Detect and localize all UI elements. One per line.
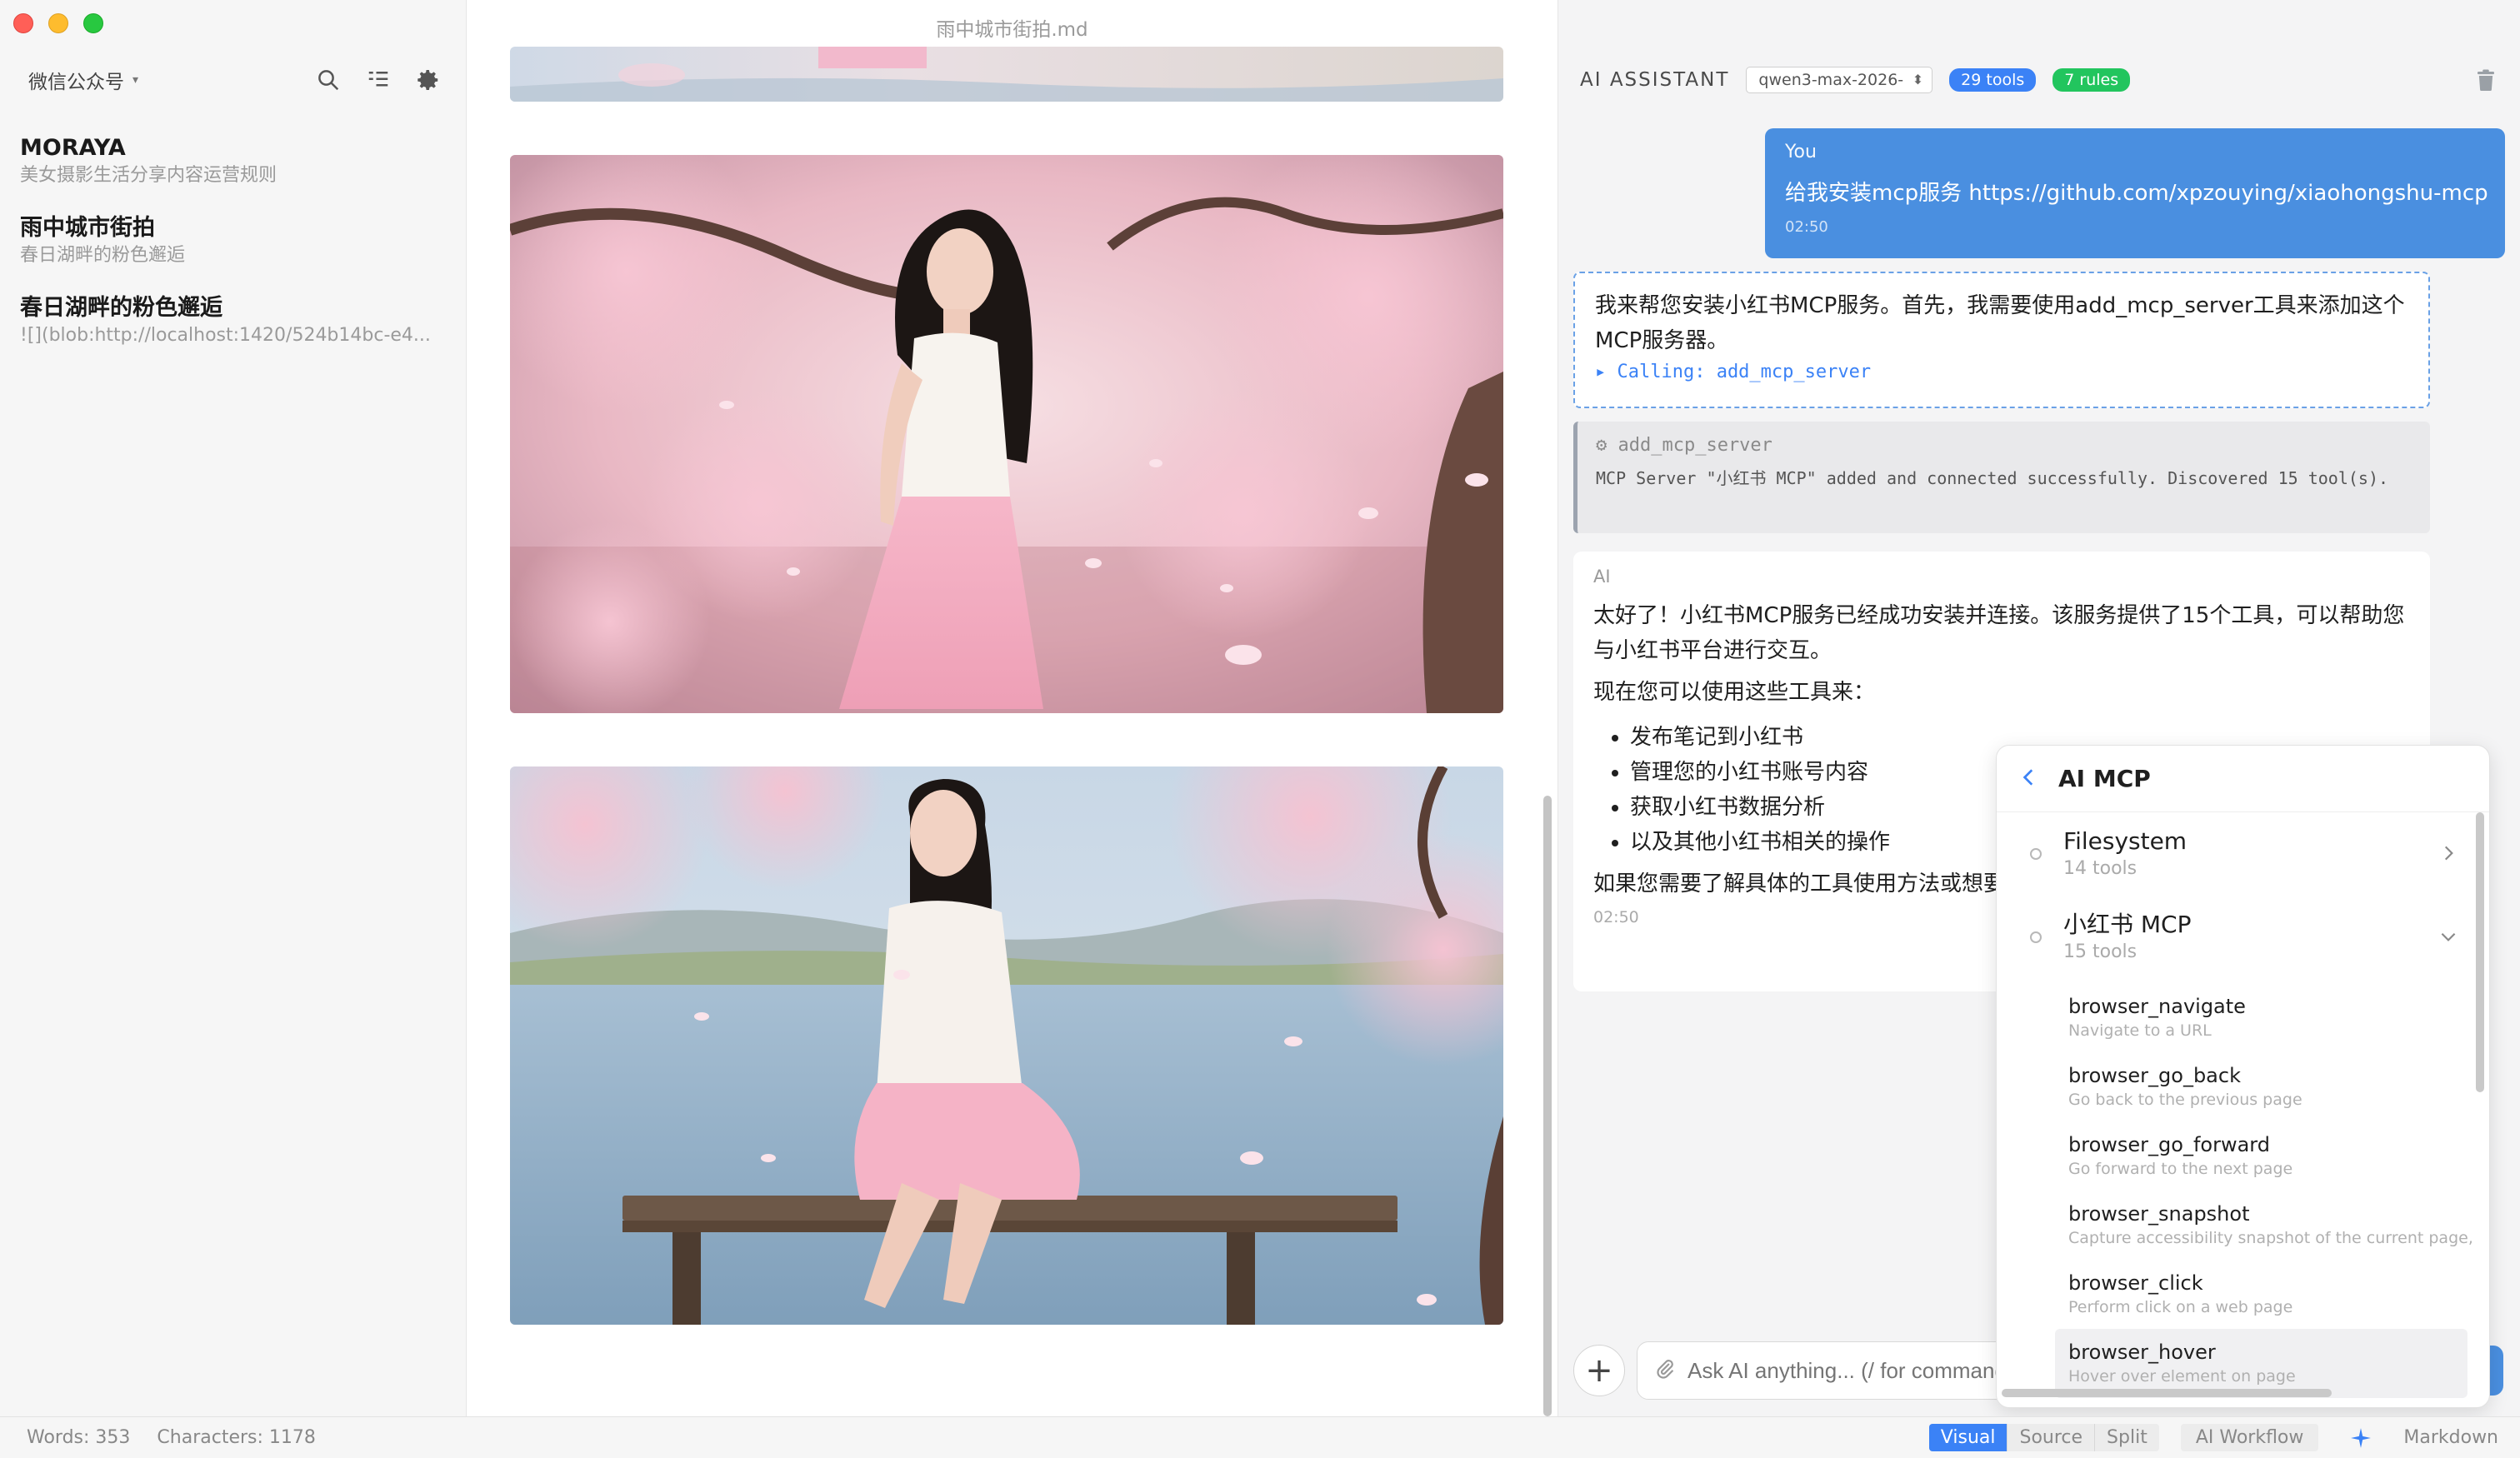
- status-bar: Words: 353 Characters: 1178 Visual Sourc…: [0, 1416, 2520, 1458]
- sidebar-header: 微信公众号 ▾: [28, 63, 441, 97]
- assistant-header: AI ASSISTANT qwen3-max-2026- 29 tools 7 …: [1580, 65, 2498, 95]
- tool-description: Capture accessibility snapshot of the cu…: [2068, 1229, 2473, 1247]
- server-name: 小红书 MCP: [2063, 911, 2192, 938]
- message-text: 我来帮您安装小红书MCP服务。首先，我需要使用add_mcp_server工具来…: [1595, 293, 2405, 353]
- message-paragraph: 太好了！小红书MCP服务已经成功安装并连接。该服务提供了15个工具，可以帮助您与…: [1593, 603, 2405, 663]
- message-paragraph: 现在您可以使用这些工具来：: [1593, 680, 1876, 705]
- document-title: 雨中城市街拍: [20, 215, 155, 241]
- mcp-tool-item[interactable]: browser_click Perform click on a web pag…: [1997, 1260, 2468, 1329]
- chevron-down-icon: [2441, 932, 2456, 941]
- message-text: 给我安装mcp服务 https://github.com/xpzouying/x…: [1785, 181, 2488, 206]
- mcp-server-filesystem[interactable]: Filesystem 14 tools: [1997, 812, 2489, 896]
- message-author: You: [1785, 142, 1817, 162]
- paperclip-icon[interactable]: [1654, 1358, 1676, 1383]
- chevron-down-icon: ▾: [132, 73, 139, 87]
- user-message: You 给我安装mcp服务 https://github.com/xpzouyi…: [1765, 128, 2505, 258]
- status-bar-controls: Visual Source Split AI Workflow Markdown: [1928, 1424, 2498, 1451]
- tool-description: Go back to the previous page: [2068, 1091, 2302, 1109]
- tool-name: browser_go_forward: [2068, 1133, 2270, 1156]
- gear-icon[interactable]: [416, 67, 441, 92]
- document-preview: 美女摄影生活分享内容运营规则: [20, 165, 278, 186]
- outline-list-icon[interactable]: [366, 67, 391, 92]
- document-item[interactable]: 春日湖畔的粉色邂逅 ![](blob:http://localhost:1420…: [20, 293, 449, 348]
- chevron-right-icon: [2444, 846, 2453, 861]
- mode-visual-button[interactable]: Visual: [1928, 1424, 2008, 1451]
- document-item[interactable]: 雨中城市街拍 春日湖畔的粉色邂逅: [20, 213, 449, 268]
- server-tool-count: 14 tools: [2063, 858, 2138, 879]
- mcp-popover-header: AI MCP: [1997, 746, 2489, 812]
- mcp-tool-item[interactable]: browser_go_forward Go forward to the nex…: [1997, 1121, 2468, 1191]
- word-count: Words: 353: [27, 1427, 131, 1448]
- search-icon[interactable]: [316, 67, 341, 92]
- tool-description: Navigate to a URL: [2068, 1021, 2212, 1040]
- add-attachment-button[interactable]: +: [1573, 1345, 1625, 1396]
- account-switcher[interactable]: 微信公众号 ▾: [28, 66, 138, 94]
- document-preview: 春日湖畔的粉色邂逅: [20, 245, 186, 266]
- mcp-popover-title: AI MCP: [2058, 765, 2151, 792]
- assistant-title: AI ASSISTANT: [1580, 69, 1730, 91]
- tool-call-message: 我来帮您安装小红书MCP服务。首先，我需要使用add_mcp_server工具来…: [1573, 272, 2430, 408]
- mode-split-button[interactable]: Split: [2095, 1424, 2159, 1451]
- zoom-window-button[interactable]: [83, 13, 103, 33]
- sidebar-toolbar: [316, 67, 441, 92]
- model-selector[interactable]: qwen3-max-2026-: [1746, 67, 1933, 93]
- window-controls: [13, 13, 103, 33]
- server-status-icon: [2030, 848, 2042, 860]
- photo-cherry-blossom-portrait[interactable]: [510, 155, 1503, 713]
- tool-call-toggle[interactable]: ▸ Calling: add_mcp_server: [1595, 362, 2408, 382]
- mcp-popover: AI MCP Filesystem 14 tools 小红书 MCP 15 to…: [1996, 745, 2490, 1408]
- tool-name: browser_click: [2068, 1271, 2203, 1295]
- tool-description: Hover over element on page: [2068, 1367, 2296, 1386]
- mcp-vertical-scrollbar[interactable]: [2476, 812, 2484, 1092]
- mcp-tool-list: browser_navigate Navigate to a URL brows…: [1997, 983, 2489, 1398]
- close-window-button[interactable]: [13, 13, 33, 33]
- photo-lakeside-bench[interactable]: [510, 766, 1503, 1325]
- tool-result-message: ⚙ add_mcp_server MCP Server "小红书 MCP" ad…: [1573, 422, 2430, 533]
- trash-icon[interactable]: [2473, 67, 2498, 92]
- mode-source-button[interactable]: Source: [2008, 1424, 2096, 1451]
- rules-count-badge[interactable]: 7 rules: [2052, 68, 2131, 92]
- mcp-tool-item[interactable]: browser_hover Hover over element on page: [2055, 1329, 2468, 1398]
- document-item[interactable]: MORAYA 美女摄影生活分享内容运营规则: [20, 133, 449, 188]
- tool-name: browser_hover: [2068, 1341, 2216, 1364]
- mcp-tool-item[interactable]: browser_navigate Navigate to a URL: [1997, 983, 2468, 1052]
- mcp-server-xiaohongshu[interactable]: 小红书 MCP 15 tools: [1997, 896, 2489, 979]
- tool-name: browser_snapshot: [2068, 1202, 2250, 1226]
- document-list: MORAYA 美女摄影生活分享内容运营规则 雨中城市街拍 春日湖畔的粉色邂逅 春…: [20, 133, 449, 373]
- document-title: 春日湖畔的粉色邂逅: [20, 295, 222, 321]
- server-name: Filesystem: [2063, 827, 2188, 855]
- tool-description: Perform click on a web page: [2068, 1298, 2293, 1316]
- ai-workflow-button[interactable]: AI Workflow: [2180, 1424, 2319, 1451]
- tool-name: browser_navigate: [2068, 995, 2246, 1018]
- document-format[interactable]: Markdown: [2403, 1427, 2498, 1448]
- tool-result-output: MCP Server "小红书 MCP" added and connected…: [1596, 468, 2389, 488]
- mcp-horizontal-scrollbar[interactable]: [2002, 1389, 2332, 1397]
- tool-name: browser_go_back: [2068, 1064, 2241, 1087]
- sidebar: 微信公众号 ▾ MORAYA 美女摄影生活分享内容运营规则 雨中城市街拍 春日湖…: [0, 0, 467, 1416]
- sparkle-icon[interactable]: [2350, 1427, 2372, 1449]
- mcp-tool-item[interactable]: browser_snapshot Capture accessibility s…: [1997, 1191, 2473, 1260]
- editor-pane[interactable]: 雨中城市街拍.md: [468, 0, 1557, 1416]
- photo-top-cropped[interactable]: [510, 47, 1503, 102]
- document-filename: 雨中城市街拍.md: [936, 19, 1088, 41]
- server-tool-count: 15 tools: [2063, 941, 2138, 962]
- tool-result-name: ⚙ add_mcp_server: [1596, 435, 1772, 456]
- message-time: 02:50: [1785, 218, 1828, 236]
- editor-scrollbar[interactable]: [1543, 796, 1552, 1416]
- tools-count-badge[interactable]: 29 tools: [1949, 68, 2037, 92]
- document-title: MORAYA: [20, 135, 126, 161]
- mcp-tool-item[interactable]: browser_go_back Go back to the previous …: [1997, 1052, 2468, 1121]
- view-mode-switcher: Visual Source Split: [1928, 1424, 2159, 1451]
- chevron-left-icon[interactable]: [2018, 766, 2040, 791]
- message-author: AI: [1593, 567, 1611, 587]
- character-count: Characters: 1178: [157, 1427, 316, 1448]
- tool-description: Go forward to the next page: [2068, 1160, 2293, 1178]
- account-name: 微信公众号: [28, 72, 124, 93]
- server-status-icon: [2030, 931, 2042, 943]
- document-preview: ![](blob:http://localhost:1420/524b14bc-…: [20, 325, 431, 346]
- minimize-window-button[interactable]: [48, 13, 68, 33]
